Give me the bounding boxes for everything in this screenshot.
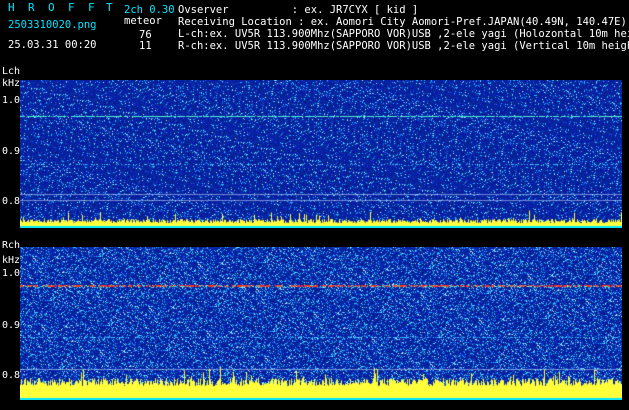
location-line: Receiving Location : ex. Aomori City Aom…: [178, 16, 627, 28]
meteor-count-r: 11: [139, 40, 152, 52]
rch-tick-0-8: 0.8: [2, 370, 21, 381]
brand-letter-f2: F: [88, 1, 95, 14]
rch-receiver-line: R-ch:ex. UV5R 113.900Mhz(SAPPORO VOR)USB…: [178, 40, 629, 52]
brand-letter-h: H: [8, 1, 15, 14]
rch-unit: kHz: [2, 255, 21, 266]
brand-letter-r: R: [28, 1, 35, 14]
filename: 2503310020.png: [8, 19, 97, 31]
lch-unit: kHz: [2, 78, 21, 89]
lch-tick-0-8: 0.8: [2, 196, 21, 207]
lch-tick-0-9: 0.9: [2, 146, 21, 157]
lch-tick-1-0: 1.0: [2, 95, 21, 106]
brand-letter-f1: F: [68, 1, 75, 14]
lch-receiver-line: L-ch:ex. UV5R 113.900Mhz(SAPPORO VOR)USB…: [178, 28, 629, 40]
observer-line: Ovserver : ex. JR7CYX [ kid ]: [178, 4, 419, 16]
rch-title: Rch: [2, 240, 21, 251]
meteor-label: meteor: [124, 15, 162, 27]
brand-letter-o: O: [48, 1, 55, 14]
lch-title: Lch: [2, 66, 21, 77]
hrofft-screen: H R O F F T 2503310020.png 25.03.31 00:2…: [0, 0, 629, 410]
brand-letter-t: T: [106, 1, 113, 14]
rch-tick-1-0: 1.0: [2, 268, 21, 279]
rch-tick-0-9: 0.9: [2, 320, 21, 331]
lch-spectrogram[interactable]: [20, 80, 622, 228]
timestamp: 25.03.31 00:20: [8, 39, 97, 51]
rch-spectrogram[interactable]: [20, 247, 622, 400]
